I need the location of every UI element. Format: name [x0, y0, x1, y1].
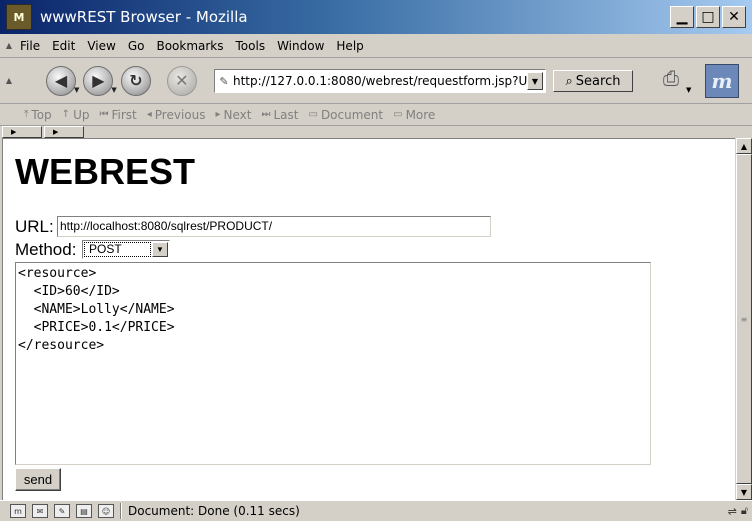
expand-toolbar-grippy[interactable]: ▶ — [44, 126, 84, 138]
site-nav-more-label: More — [405, 107, 436, 122]
folder-icon: ▭ — [393, 109, 403, 120]
window-controls: ▁ □ ✕ — [670, 6, 746, 28]
site-nav-up[interactable]: ↑ Up — [62, 108, 90, 122]
menu-bookmarks[interactable]: Bookmarks — [150, 39, 229, 53]
previous-icon: ◂ — [146, 109, 152, 120]
url-label: URL: — [15, 217, 54, 236]
forward-arrow-icon: ▶ — [92, 71, 105, 90]
menu-bar: ▲ File Edit View Go Bookmarks Tools Wind… — [0, 34, 752, 58]
reload-icon: ↻ — [129, 71, 143, 90]
address-input[interactable]: http://127.0.0.1:8080/webrest/requestfor… — [233, 74, 527, 88]
stop-icon: ✕ — [175, 71, 189, 90]
menu-tools[interactable]: Tools — [230, 39, 272, 53]
scroll-thumb[interactable]: ≡ — [736, 154, 752, 484]
site-nav-first[interactable]: ⏮ First — [99, 108, 136, 122]
site-nav-previous-label: Previous — [154, 107, 206, 122]
search-button-label: Search — [575, 73, 621, 89]
forward-button[interactable]: ▶ — [83, 65, 114, 96]
print-dropdown-icon[interactable]: ▼ — [686, 86, 691, 94]
status-bar: m ✉ ✎ ▤ ☺ Document: Done (0.11 secs) ⇌ 🔓… — [0, 500, 752, 521]
minimize-button[interactable]: ▁ — [670, 6, 694, 28]
address-dropdown-button[interactable]: ▼ — [527, 72, 543, 90]
status-text: Document: Done (0.11 secs) — [128, 504, 300, 518]
scroll-up-button[interactable]: ▲ — [736, 138, 752, 154]
status-indicators: ⇌ 🔓︎ — [728, 504, 748, 518]
up-icon: ↑ — [61, 109, 71, 120]
mozilla-throbber-logo[interactable]: m — [705, 64, 739, 98]
navigation-toolbar: ▲ ◀ ▼ ▶ ▼ ↻ ✕ ✎ http://127.0.0.1:8080/we… — [0, 58, 752, 104]
reload-button[interactable]: ↻ — [120, 65, 151, 96]
menu-go[interactable]: Go — [122, 39, 151, 53]
site-navigation-bar: ⤒ Top ↑ Up ⏮ First ◂ Previous ▸ Next ⏭ Last ▭ D… — [0, 104, 752, 126]
window-title: wwwREST Browser - Mozilla — [40, 8, 248, 26]
stop-button[interactable]: ✕ — [166, 65, 197, 96]
url-field[interactable]: http://localhost:8080/sqlrest/PRODUCT/ — [57, 216, 491, 237]
address-book-icon[interactable]: ▤ — [76, 504, 92, 518]
site-nav-document[interactable]: ▭ Document — [308, 108, 383, 122]
site-nav-previous[interactable]: ◂ Previous — [147, 108, 206, 122]
site-nav-next[interactable]: ▸ Next — [215, 108, 251, 122]
collapsed-toolbar-strip: ▶ ▶ — [0, 126, 752, 138]
menu-view[interactable]: View — [81, 39, 121, 53]
method-select[interactable]: POST ▼ — [82, 240, 170, 259]
address-bar[interactable]: ✎ http://127.0.0.1:8080/webrest/requestf… — [214, 69, 546, 93]
site-nav-next-label: Next — [223, 107, 252, 122]
status-divider — [120, 503, 122, 519]
search-button[interactable]: ⌕ Search — [553, 70, 633, 92]
security-lock-icon[interactable]: 🔓︎ — [741, 504, 748, 518]
page-title: WEBREST — [15, 151, 195, 192]
magnifier-icon: ⌕ — [565, 73, 573, 89]
top-icon: ⤒ — [24, 109, 29, 120]
composer-icon[interactable]: ✎ — [54, 504, 70, 518]
toolbar-grip-icon[interactable]: ▲ — [4, 37, 14, 55]
first-icon: ⏮ — [99, 109, 109, 120]
vertical-scrollbar[interactable]: ▲ ≡ ▼ — [735, 138, 752, 500]
page-proxy-icon[interactable]: ✎ — [215, 75, 233, 88]
site-nav-first-label: First — [111, 107, 137, 122]
folder-icon: ▭ — [308, 109, 318, 120]
toolbar-grip-icon[interactable]: ▲ — [4, 72, 14, 90]
chevron-down-icon[interactable]: ▼ — [152, 242, 168, 257]
request-body-textarea[interactable]: <resource> <ID>60</ID> <NAME>Lolly</NAME… — [15, 262, 651, 465]
menu-edit[interactable]: Edit — [46, 39, 81, 53]
title-bar: M wwwREST Browser - Mozilla ▁ □ ✕ — [0, 0, 752, 34]
back-button[interactable]: ◀ — [46, 65, 76, 96]
chat-icon[interactable]: ☺ — [98, 504, 114, 518]
print-icon[interactable]: ⎙ — [656, 64, 686, 92]
scroll-down-button[interactable]: ▼ — [736, 484, 752, 500]
page-content: WEBREST URL: http://localhost:8080/sqlre… — [2, 138, 735, 500]
menu-file[interactable]: File — [14, 39, 46, 53]
site-nav-up-label: Up — [73, 107, 90, 122]
menu-window[interactable]: Window — [271, 39, 330, 53]
site-nav-more[interactable]: ▭ More — [393, 108, 435, 122]
last-icon: ⏭ — [261, 109, 271, 120]
back-arrow-icon: ◀ — [54, 71, 68, 90]
method-label: Method: — [15, 240, 77, 259]
site-nav-document-label: Document — [320, 107, 384, 122]
back-dropdown-icon[interactable]: ▼ — [74, 86, 79, 94]
send-button[interactable]: send — [15, 468, 61, 491]
site-nav-top-label: Top — [31, 107, 52, 122]
method-selected-value: POST — [84, 242, 151, 257]
mail-icon[interactable]: ✉ — [32, 504, 48, 518]
menu-help[interactable]: Help — [330, 39, 369, 53]
online-status-icon[interactable]: ⇌ — [728, 505, 737, 518]
forward-dropdown-icon[interactable]: ▼ — [111, 86, 116, 94]
maximize-button[interactable]: □ — [696, 6, 720, 28]
close-button[interactable]: ✕ — [722, 6, 746, 28]
navigator-icon[interactable]: m — [10, 504, 26, 518]
site-nav-last[interactable]: ⏭ Last — [261, 108, 298, 122]
mozilla-app-icon[interactable]: M — [6, 4, 32, 30]
next-icon: ▸ — [215, 109, 221, 120]
expand-toolbar-grippy[interactable]: ▶ — [2, 126, 42, 138]
site-nav-top[interactable]: ⤒ Top — [24, 108, 52, 122]
site-nav-last-label: Last — [273, 107, 299, 122]
